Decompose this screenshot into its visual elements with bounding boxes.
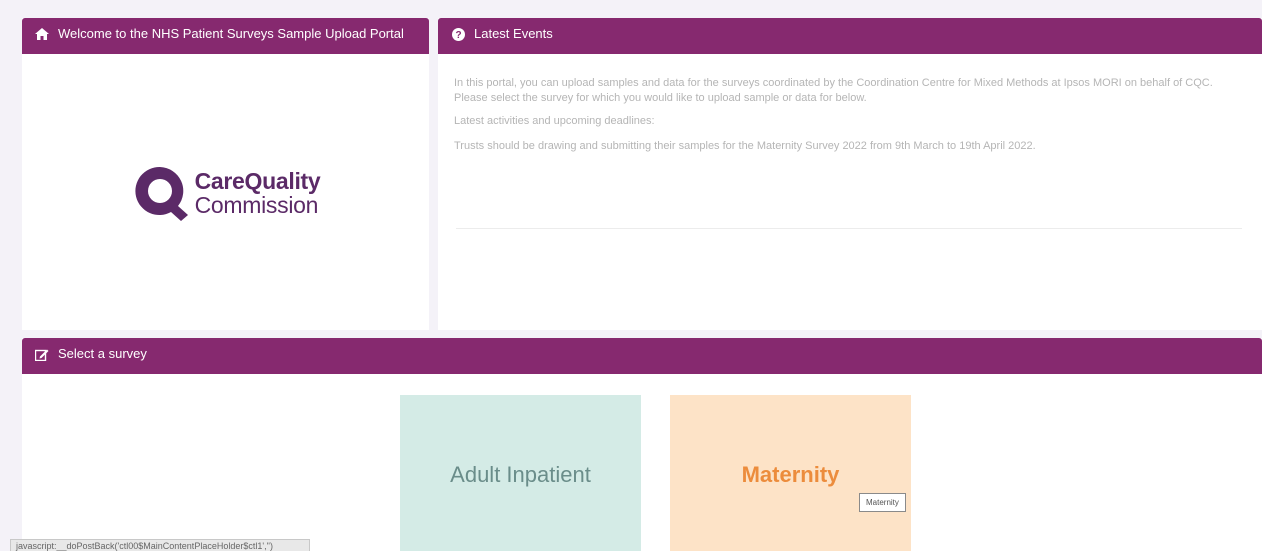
welcome-panel: Welcome to the NHS Patient Surveys Sampl… (22, 18, 429, 330)
survey-tile-maternity[interactable]: Maternity (670, 395, 911, 551)
welcome-panel-title: Welcome to the NHS Patient Surveys Sampl… (58, 26, 404, 41)
edit-icon (34, 347, 50, 361)
survey-tile-label: Adult Inpatient (450, 462, 591, 487)
events-paragraph-3: Latest activities and upcoming deadlines… (454, 115, 655, 127)
status-bar: javascript:__doPostBack('ctl00$MainConte… (10, 539, 310, 551)
survey-panel: Select a survey Adult Inpatient Maternit… (22, 338, 1262, 551)
logo-line2: Commission (194, 192, 319, 218)
svg-text:?: ? (455, 30, 461, 41)
survey-tile-adult-inpatient[interactable]: Adult Inpatient (400, 395, 641, 551)
events-panel: ? Latest Events In this portal, you can … (438, 18, 1262, 330)
events-body: In this portal, you can upload samples a… (454, 76, 1242, 164)
events-paragraph-1: In this portal, you can upload samples a… (454, 77, 1213, 89)
survey-panel-title: Select a survey (58, 346, 147, 361)
events-paragraph-2: Please select the survey for which you w… (454, 92, 867, 104)
home-icon (34, 27, 50, 41)
events-intro: In this portal, you can upload samples a… (454, 76, 1242, 106)
page: Welcome to the NHS Patient Surveys Sampl… (0, 0, 1262, 551)
events-divider (456, 228, 1242, 229)
cqc-logo-mark (134, 166, 188, 221)
events-panel-title: Latest Events (474, 26, 553, 41)
welcome-panel-header: Welcome to the NHS Patient Surveys Sampl… (22, 18, 429, 54)
tooltip: Maternity (859, 493, 906, 512)
events-paragraph-4: Trusts should be drawing and submitting … (454, 140, 1036, 152)
cqc-logo: CareQuality Commission (131, 163, 321, 223)
question-circle-icon: ? (450, 27, 466, 41)
logo-line1: CareQuality (194, 168, 321, 194)
survey-panel-header: Select a survey (22, 338, 1262, 374)
events-panel-header: ? Latest Events (438, 18, 1262, 54)
survey-tile-label: Maternity (741, 462, 840, 487)
logo-area: CareQuality Commission (22, 56, 429, 330)
